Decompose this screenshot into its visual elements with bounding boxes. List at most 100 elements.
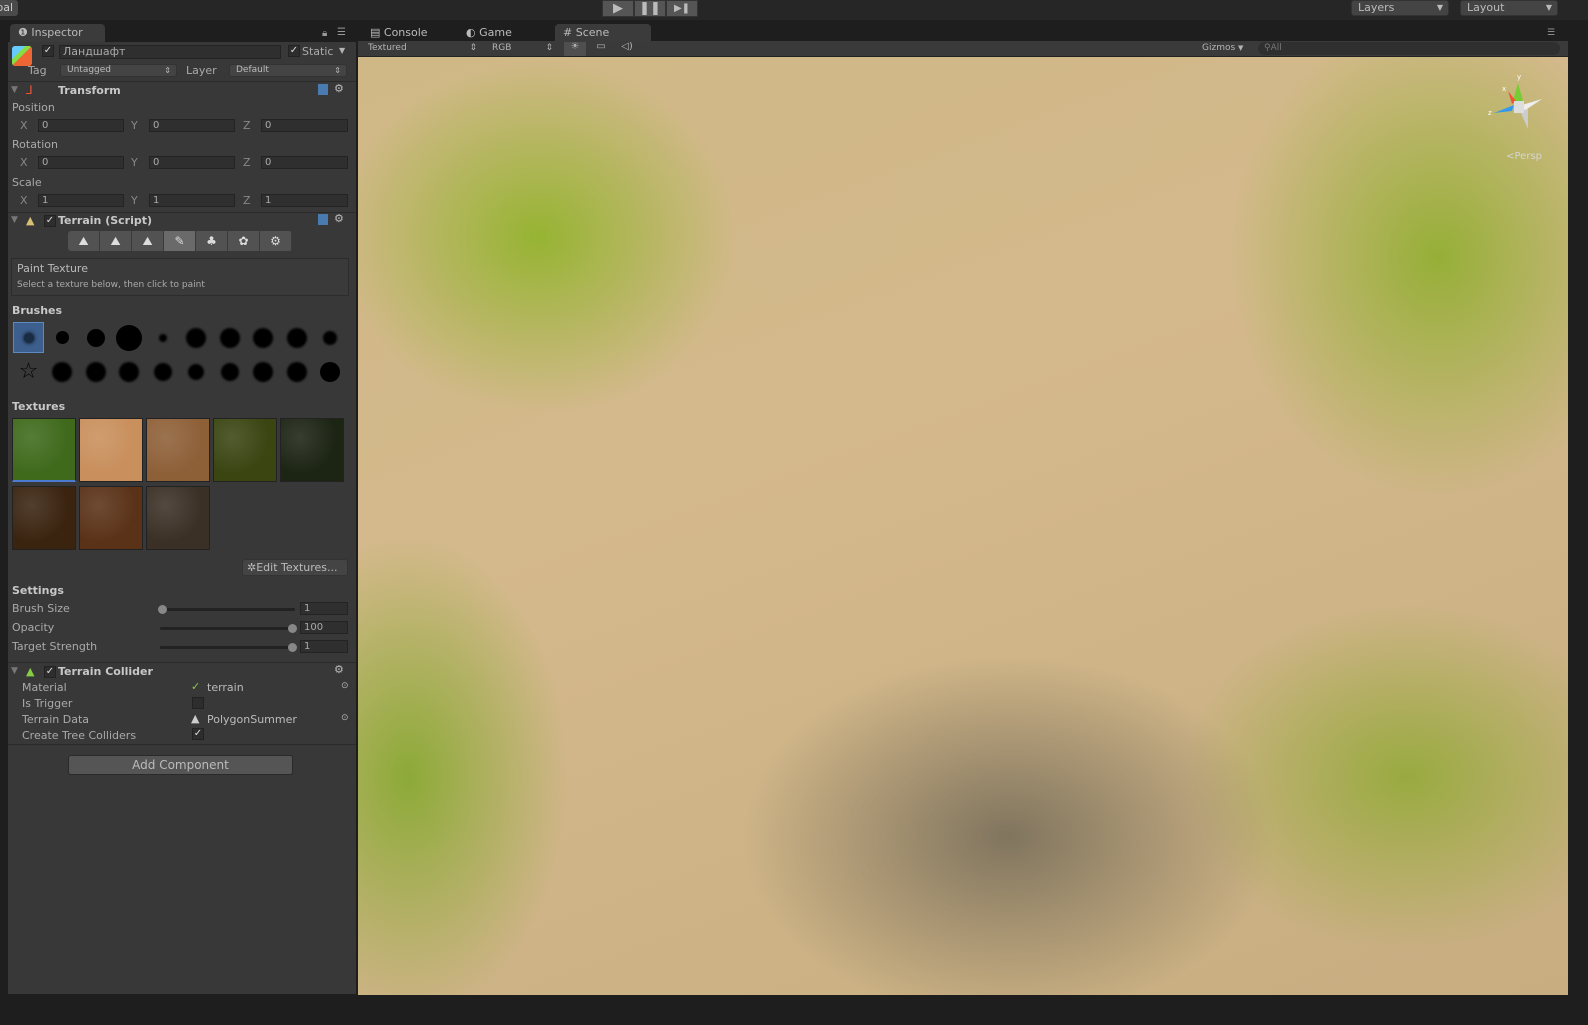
place-trees-tool-icon[interactable]: ♣: [196, 231, 228, 251]
position-y-input[interactable]: 0: [149, 119, 235, 132]
texture-2[interactable]: [79, 418, 143, 482]
brush-17[interactable]: [214, 356, 245, 387]
slider-knob[interactable]: [288, 643, 297, 652]
foldout-arrow-icon[interactable]: ▼: [11, 85, 18, 95]
lighting-toggle-icon[interactable]: ☀: [564, 41, 586, 56]
paint-texture-tool-icon[interactable]: ✎: [164, 231, 196, 251]
edit-textures-button[interactable]: ✲Edit Textures...: [242, 559, 348, 576]
scene-fx-toggle-icon[interactable]: ▭: [590, 41, 612, 56]
terrain-data-field[interactable]: PolygonSummer: [207, 713, 297, 726]
object-picker-icon[interactable]: ⊙: [341, 681, 349, 691]
texture-3[interactable]: [146, 418, 210, 482]
orientation-gizmo[interactable]: y x z: [1488, 73, 1548, 133]
setting-slider[interactable]: [160, 624, 297, 633]
object-name-input[interactable]: Ландшафт: [59, 45, 281, 59]
brush-5[interactable]: [147, 322, 178, 353]
rotation-z-input[interactable]: 0: [261, 156, 348, 169]
brush-7[interactable]: [214, 322, 245, 353]
setting-value-input[interactable]: 1: [300, 602, 348, 615]
texture-5[interactable]: [280, 418, 344, 482]
tab-console[interactable]: ▤ Console: [362, 24, 436, 42]
global-toggle[interactable]: Global: [0, 0, 18, 16]
texture-8[interactable]: [146, 486, 210, 550]
scale-z-input[interactable]: 1: [261, 194, 348, 207]
layer-dropdown[interactable]: Default ⇕: [229, 64, 347, 77]
render-mode-dropdown[interactable]: Textured ⇕: [362, 42, 480, 55]
setting-slider[interactable]: [160, 643, 297, 652]
scene-viewport[interactable]: y x z <Persp: [358, 57, 1568, 995]
brush-9[interactable]: [281, 322, 312, 353]
position-x-input[interactable]: 0: [38, 119, 124, 132]
brush-14[interactable]: [114, 356, 145, 387]
tag-dropdown[interactable]: Untagged ⇕: [60, 64, 177, 77]
texture-1[interactable]: [12, 418, 76, 482]
static-checkbox[interactable]: ✓: [288, 45, 300, 57]
tab-inspector[interactable]: ❶ Inspector: [10, 24, 105, 42]
add-component-button[interactable]: Add Component: [68, 755, 293, 775]
gizmos-dropdown[interactable]: Gizmos ▼: [1198, 42, 1253, 55]
brush-18[interactable]: [248, 356, 279, 387]
rotation-x-input[interactable]: 0: [38, 156, 124, 169]
create-tree-colliders-checkbox[interactable]: ✓: [192, 728, 204, 740]
collider-enabled-checkbox[interactable]: ✓: [44, 666, 56, 678]
paint-details-tool-icon[interactable]: ✿: [228, 231, 260, 251]
smooth-height-tool-icon[interactable]: ⛰: [132, 231, 164, 251]
setting-value-input[interactable]: 100: [300, 621, 348, 634]
center-cube[interactable]: [1514, 101, 1524, 113]
is-trigger-checkbox[interactable]: [192, 697, 204, 709]
texture-6[interactable]: [12, 486, 76, 550]
layout-dropdown[interactable]: Layout ▼: [1460, 0, 1558, 16]
brush-8[interactable]: [248, 322, 279, 353]
tab-game[interactable]: ◐ Game: [458, 24, 520, 42]
raise-lower-tool-icon[interactable]: ⛰: [68, 231, 100, 251]
brush-4[interactable]: [114, 322, 145, 353]
brush-11[interactable]: ☆: [13, 356, 44, 387]
rotation-y-input[interactable]: 0: [149, 156, 235, 169]
texture-4[interactable]: [213, 418, 277, 482]
brush-13[interactable]: [80, 356, 111, 387]
brush-2[interactable]: [47, 322, 78, 353]
setting-slider[interactable]: [158, 605, 295, 614]
gear-icon[interactable]: ⚙: [334, 212, 344, 225]
gear-icon[interactable]: ⚙: [334, 82, 344, 95]
tab-scene[interactable]: # Scene: [555, 24, 651, 42]
setting-value-input[interactable]: 1: [300, 640, 348, 653]
audio-toggle-icon[interactable]: ◁): [616, 41, 638, 56]
z-axis-cone[interactable]: [1494, 105, 1514, 113]
paint-height-tool-icon[interactable]: ⛰: [100, 231, 132, 251]
scene-search-input[interactable]: ⚲All: [1258, 42, 1560, 55]
pause-button[interactable]: ❚❚: [634, 0, 666, 17]
brush-20[interactable]: [315, 356, 346, 387]
terrain-enabled-checkbox[interactable]: ✓: [44, 215, 56, 227]
channel-dropdown[interactable]: RGB ⇕: [486, 42, 556, 55]
step-button[interactable]: ▶❚: [666, 0, 698, 17]
help-icon[interactable]: [318, 214, 328, 225]
active-checkbox[interactable]: ✓: [42, 45, 54, 57]
play-button[interactable]: ▶: [602, 0, 634, 17]
texture-7[interactable]: [79, 486, 143, 550]
terrain-settings-tool-icon[interactable]: ⚙: [260, 231, 292, 251]
y-axis-cone[interactable]: [1513, 83, 1523, 101]
lock-icon[interactable]: 🔒︎: [322, 28, 327, 39]
help-icon[interactable]: [318, 84, 328, 95]
neg-x-cone[interactable]: [1522, 99, 1542, 111]
material-field[interactable]: terrain: [207, 681, 244, 694]
brush-3[interactable]: [80, 322, 111, 353]
brush-12[interactable]: [47, 356, 78, 387]
brush-16[interactable]: [181, 356, 212, 387]
scale-x-input[interactable]: 1: [38, 194, 124, 207]
projection-label[interactable]: <Persp: [1506, 151, 1542, 162]
brush-10[interactable]: [315, 322, 346, 353]
object-picker-icon[interactable]: ⊙: [341, 713, 349, 723]
slider-knob[interactable]: [158, 605, 167, 614]
foldout-arrow-icon[interactable]: ▼: [11, 666, 18, 676]
brush-19[interactable]: [281, 356, 312, 387]
brush-15[interactable]: [147, 356, 178, 387]
layers-dropdown[interactable]: Layers ▼: [1351, 0, 1449, 16]
gear-icon[interactable]: ⚙: [334, 663, 344, 676]
brush-1[interactable]: [13, 322, 44, 353]
position-z-input[interactable]: 0: [261, 119, 348, 132]
brush-6[interactable]: [181, 322, 212, 353]
foldout-arrow-icon[interactable]: ▼: [11, 215, 18, 225]
scale-y-input[interactable]: 1: [149, 194, 235, 207]
